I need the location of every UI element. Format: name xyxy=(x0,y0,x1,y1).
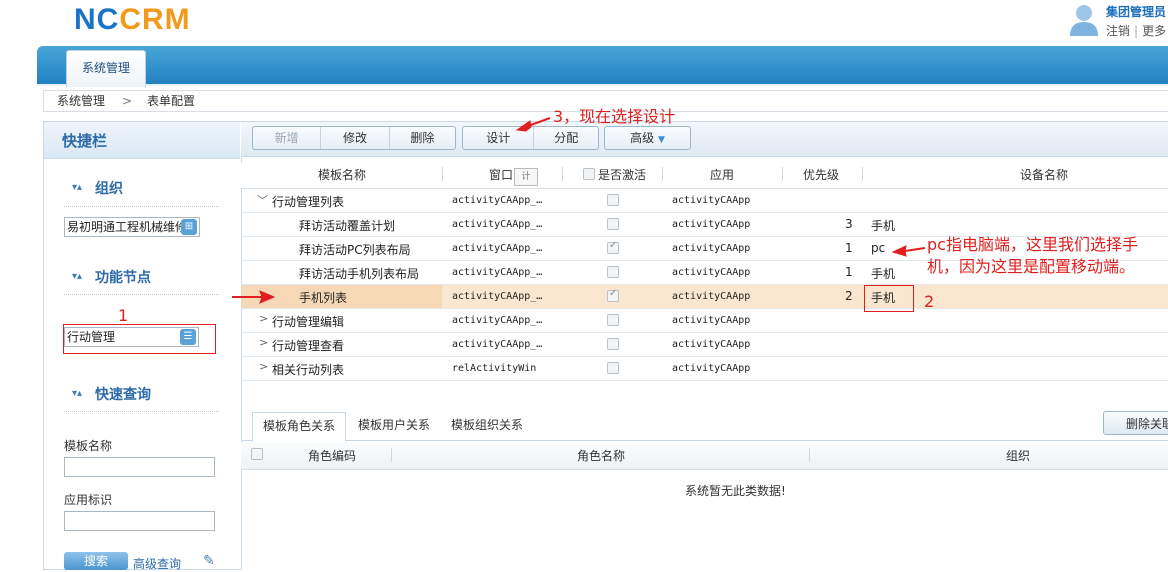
arrow-to-design xyxy=(515,120,532,132)
arrow-to-pc xyxy=(891,245,907,257)
annotation-arrows xyxy=(232,117,926,304)
arrow-to-row xyxy=(259,290,276,304)
